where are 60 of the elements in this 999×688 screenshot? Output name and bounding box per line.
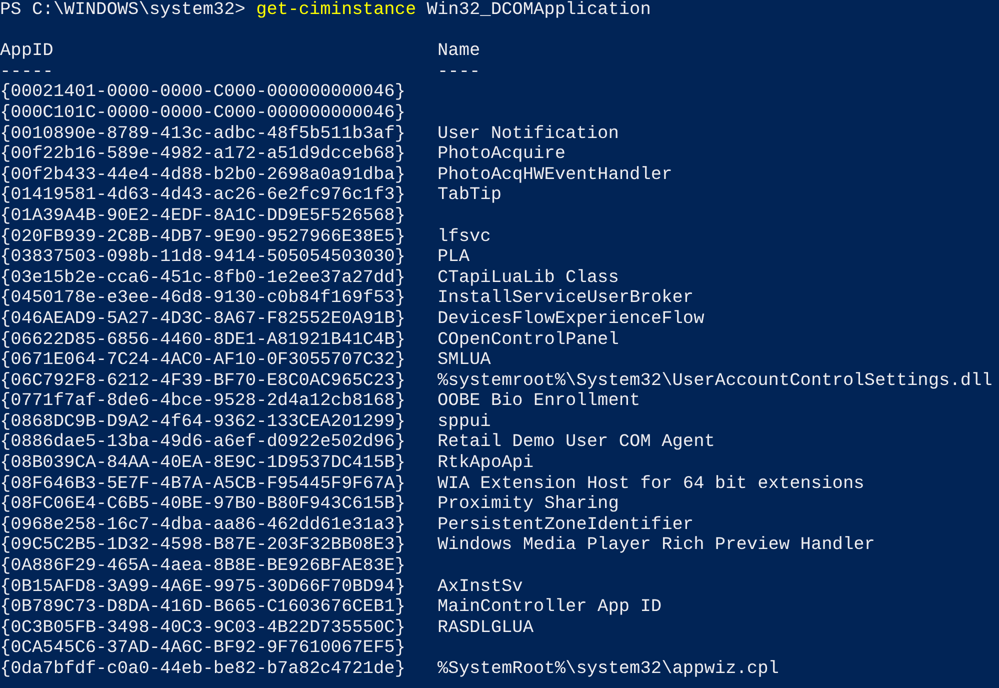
app-id-cell: {0671E064-7C24-4AC0-AF10-0F3055707C32} (0, 350, 406, 370)
name-cell: lfsvc (437, 226, 491, 248)
app-id-cell: {08FC06E4-C6B5-40BE-97B0-B80F943C615B} (0, 494, 406, 514)
column-header: Name (437, 41, 480, 62)
name-cell: DevicesFlowExperienceFlow (437, 308, 704, 330)
name-cell: Proximity Sharing (437, 494, 619, 515)
app-id-cell: {0C3B05FB-3498-40C3-9C03-4B22D735550C} (0, 618, 406, 638)
app-id-cell: {0010890e-8789-413c-adbc-48f5b511b3af} (0, 124, 406, 144)
app-id-cell: {06622D85-6856-4460-8DE1-A81921B41C4B} (0, 330, 406, 350)
app-id-cell: {0A886F29-465A-4aea-8B8E-BE926BFAE83E} (0, 556, 406, 576)
name-cell: PLA (437, 247, 470, 268)
name-cell: OOBE Bio Enrollment (437, 391, 640, 412)
app-id-cell: {08B039CA-84AA-40EA-8E9C-1D9537DC415B} (0, 453, 406, 474)
name-cell: WIA Extension Host for 64 bit extensions (437, 474, 864, 494)
name-cell: RtkApoApi (437, 453, 534, 474)
app-id-cell: {0968e258-16c7-4dba-aa86-462dd61e31a3} (0, 514, 406, 535)
column-header: AppID (0, 41, 54, 62)
app-id-cell: {08F646B3-5E7F-4B7A-A5CB-F95445F9F67A} (0, 474, 406, 494)
name-cell: PhotoAcqHWEventHandler (437, 164, 672, 186)
app-id-cell: {03e15b2e-cca6-451c-8fb0-1e2ee37a27dd} (0, 268, 406, 288)
name-cell: MainController App ID (437, 597, 662, 618)
app-id-cell: {01A39A4B-90E2-4EDF-8A1C-DD9E5F526568} (0, 206, 406, 226)
app-id-cell: {0450178e-e3ee-46d8-9130-c0b84f169f53} (0, 288, 406, 308)
app-id-cell: {0886dae5-13ba-49d6-a6ef-d0922e502d96} (0, 432, 406, 452)
name-cell: SMLUA (437, 350, 491, 371)
app-id-cell: {000C101C-0000-0000-C000-000000000046} (0, 102, 406, 123)
app-id-cell: {0B15AFD8-3A99-4A6E-9975-30D66F70BD94} (0, 576, 406, 597)
app-id-cell: {09C5C2B5-1D32-4598-B87E-203F32BB08E3} (0, 535, 406, 556)
app-id-cell: {06C792F8-6212-4F39-BF70-E8C0AC965C23} (0, 370, 406, 391)
name-cell: PhotoAcquire (437, 144, 566, 165)
name-cell: %SystemRoot%\system32\appwiz.cpl (437, 659, 779, 680)
name-cell: sppui (437, 412, 491, 432)
app-id-cell: {00f2b433-44e4-4d88-b2b0-2698a0a91dba} (0, 164, 406, 185)
header-underline: ---- (437, 62, 480, 82)
app-id-cell: {01419581-4d63-4d43-ac26-6e2fc976c1f3} (0, 185, 406, 206)
name-cell: AxInstSv (437, 576, 523, 598)
app-id-cell: {00f22b16-589e-4982-a172-a51d9dcceb68} (0, 144, 406, 164)
name-cell: User Notification (437, 124, 619, 144)
name-cell: CTapiLuaLib Class (437, 268, 619, 288)
name-cell: InstallServiceUserBroker (437, 288, 694, 309)
app-id-cell: {0da7bfdf-c0a0-44eb-be82-b7a82c4721de} (0, 659, 406, 679)
name-cell: PersistentZoneIdentifier (437, 514, 694, 536)
app-id-cell: {0CA545C6-37AD-4A6C-BF92-9F7610067EF5} (0, 638, 406, 658)
app-id-cell: {0771f7af-8de6-4bce-9528-2d4a12cb8168} (0, 391, 406, 412)
name-cell: TabTip (437, 185, 502, 206)
app-id-cell: {020FB939-2C8B-4DB7-9E90-9527966E38E5} (0, 226, 406, 247)
header-underline: ----- (0, 62, 54, 82)
app-id-cell: {0B789C73-D8DA-416D-B665-C1603676CEB1} (0, 597, 406, 618)
app-id-cell: {046AEAD9-5A27-4D3C-8A67-F82552E0A91B} (0, 308, 406, 329)
name-cell: %systemroot%\System32\UserAccountControlSettings.dll (437, 370, 992, 392)
prompt-path: PS C:\WINDOWS\system32> (0, 0, 246, 21)
name-cell: Windows Media Player Rich Preview Handler (437, 535, 875, 556)
app-id-cell: {0868DC9B-D9A2-4f64-9362-133CEA201299} (0, 412, 406, 432)
command-argument: Win32_DCOMApplication (426, 0, 651, 21)
name-cell: RASDLGLUA (437, 618, 534, 638)
command-text: get-ciminstance (256, 0, 416, 21)
name-cell: Retail Demo User COM Agent (437, 432, 715, 454)
name-cell: COpenControlPanel (437, 330, 619, 350)
app-id-cell: {03837503-098b-11d8-9414-505054503030} (0, 247, 406, 268)
app-id-cell: {00021401-0000-0000-C000-000000000046} (0, 82, 406, 102)
